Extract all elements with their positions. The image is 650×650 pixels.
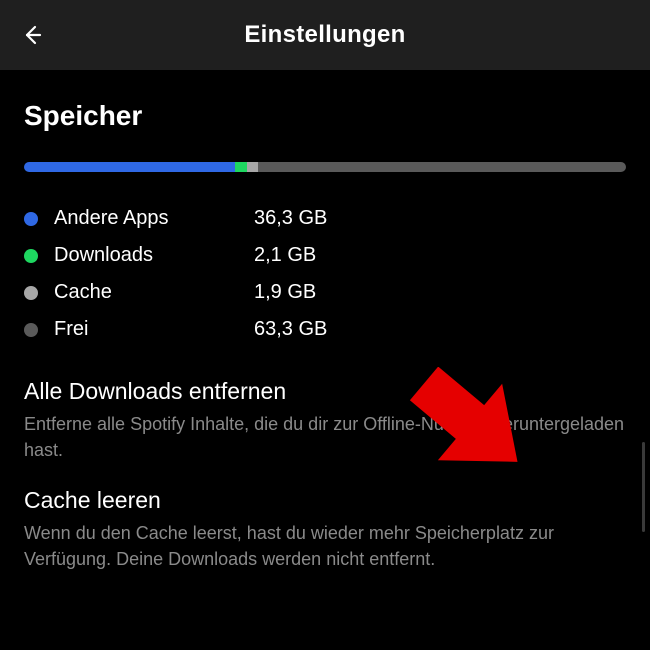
legend-label: Downloads [54, 244, 254, 267]
legend-row-other-apps: Andere Apps 36,3 GB [24, 200, 626, 237]
legend-label: Cache [54, 281, 254, 304]
option-description: Wenn du den Cache leerst, hast du wieder… [24, 520, 626, 572]
legend-row-downloads: Downloads 2,1 GB [24, 237, 626, 274]
back-arrow-icon [20, 23, 44, 47]
bar-segment-cache [247, 162, 258, 172]
section-title-storage: Speicher [24, 100, 626, 132]
page-title: Einstellungen [20, 21, 630, 49]
legend-dot-icon [24, 323, 38, 337]
option-title: Alle Downloads entfernen [24, 378, 626, 405]
legend-label: Frei [54, 318, 254, 341]
legend-value: 2,1 GB [254, 244, 316, 267]
storage-bar [24, 162, 626, 172]
bar-segment-free [258, 162, 626, 172]
back-button[interactable] [20, 23, 44, 47]
remove-downloads-option[interactable]: Alle Downloads entfernen Entferne alle S… [24, 378, 626, 463]
bar-segment-other-apps [24, 162, 235, 172]
legend-dot-icon [24, 212, 38, 226]
legend-row-cache: Cache 1,9 GB [24, 274, 626, 311]
storage-legend: Andere Apps 36,3 GB Downloads 2,1 GB Cac… [24, 200, 626, 348]
bar-segment-downloads [235, 162, 247, 172]
legend-value: 36,3 GB [254, 207, 327, 230]
content-area: Speicher Andere Apps 36,3 GB Downloads 2… [0, 70, 650, 572]
legend-row-free: Frei 63,3 GB [24, 311, 626, 348]
header-bar: Einstellungen [0, 0, 650, 70]
legend-dot-icon [24, 286, 38, 300]
option-title: Cache leeren [24, 487, 626, 514]
legend-label: Andere Apps [54, 207, 254, 230]
clear-cache-option[interactable]: Cache leeren Wenn du den Cache leerst, h… [24, 487, 626, 572]
option-description: Entferne alle Spotify Inhalte, die du di… [24, 411, 626, 463]
legend-value: 1,9 GB [254, 281, 316, 304]
legend-dot-icon [24, 249, 38, 263]
scrollbar[interactable] [642, 442, 645, 532]
legend-value: 63,3 GB [254, 318, 327, 341]
